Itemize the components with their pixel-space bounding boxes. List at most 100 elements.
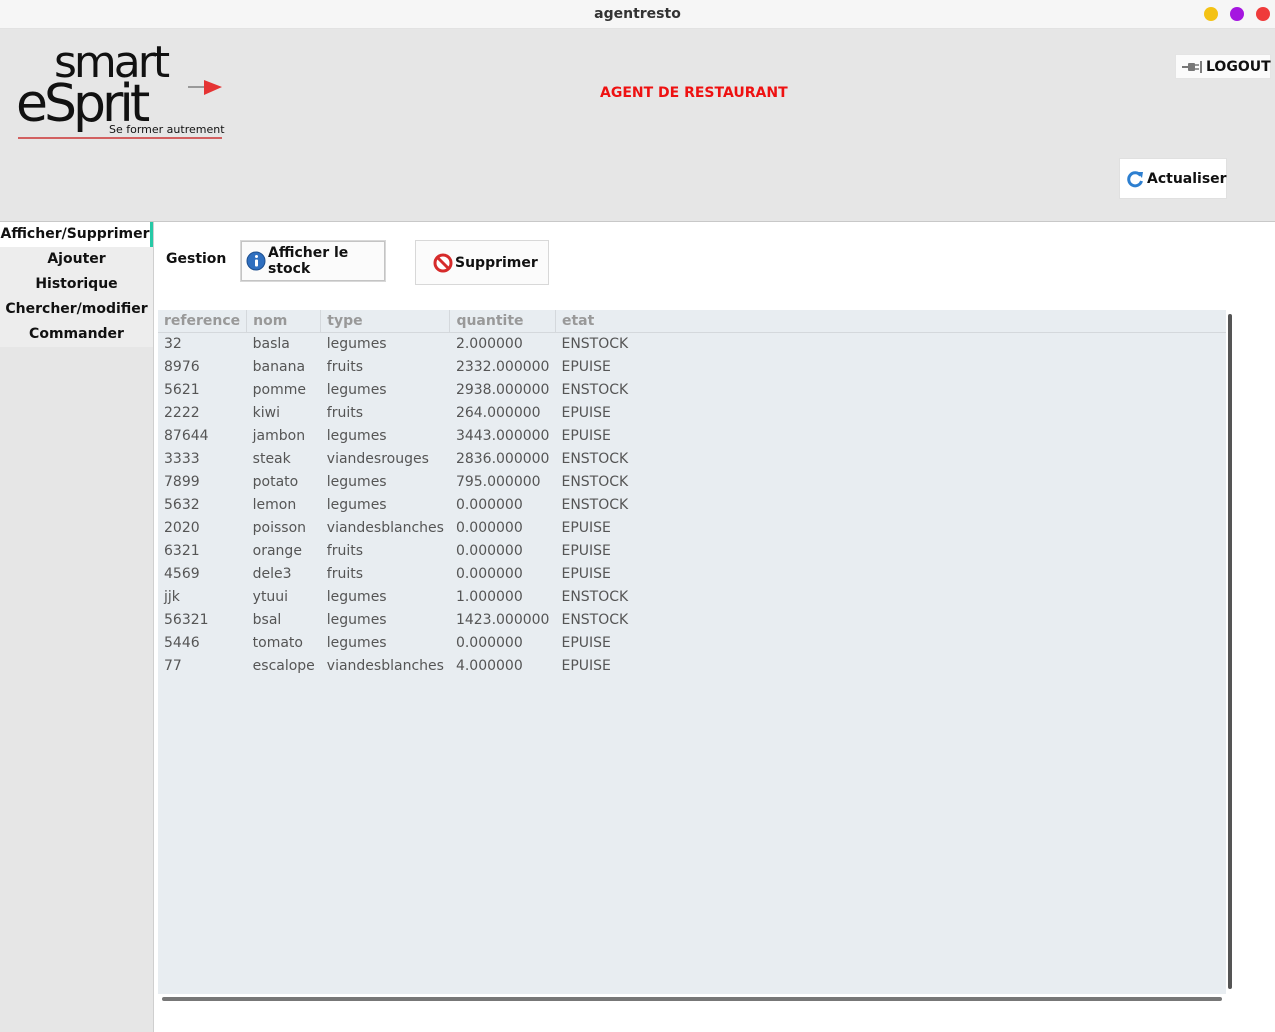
- info-icon: [246, 251, 266, 271]
- cell-etat: EPUISE: [561, 519, 611, 536]
- cell-nom: orange: [252, 542, 302, 559]
- cell-type: fruits: [326, 404, 364, 421]
- table-row[interactable]: jjk ytuui legumes 1.000000 ENSTOCK: [158, 585, 635, 608]
- cell-quantite: 795.000000: [455, 473, 541, 490]
- cell-reference: 8976: [164, 358, 200, 375]
- esprit-logo: smart eSprit Se former autrement: [16, 37, 226, 142]
- cell-nom: banana: [252, 358, 306, 375]
- cell-type: legumes: [326, 427, 387, 444]
- cell-type: legumes: [326, 496, 387, 513]
- stock-table: reference nom type quantite etat 32 basl…: [158, 310, 1226, 994]
- sidebar-item-historique[interactable]: Historique: [0, 272, 153, 297]
- cell-type: legumes: [326, 588, 387, 605]
- table-row[interactable]: 87644 jambon legumes 3443.000000 EPUISE: [158, 424, 635, 447]
- table-row[interactable]: 5621 pomme legumes 2938.000000 ENSTOCK: [158, 378, 635, 401]
- cell-etat: EPUISE: [561, 657, 611, 674]
- column-header-nom[interactable]: nom: [246, 310, 322, 333]
- cell-type: fruits: [326, 358, 364, 375]
- cell-reference: 32: [164, 335, 182, 352]
- table-row[interactable]: 6321 orange fruits 0.000000 EPUISE: [158, 539, 635, 562]
- table-row[interactable]: 8976 banana fruits 2332.000000 EPUISE: [158, 355, 635, 378]
- cell-quantite: 2938.000000: [455, 381, 550, 398]
- sidebar-item-afficher-supprimer[interactable]: Afficher/Supprimer: [0, 222, 153, 247]
- refresh-button[interactable]: Actualiser: [1119, 158, 1227, 199]
- cell-nom: jambon: [252, 427, 306, 444]
- refresh-icon: [1126, 170, 1144, 188]
- cell-reference: 5446: [164, 634, 200, 651]
- cell-type: viandesblanches: [326, 519, 444, 536]
- logout-button[interactable]: LOGOUT: [1175, 54, 1271, 79]
- column-header-quantite[interactable]: quantite: [449, 310, 556, 333]
- cell-quantite: 0.000000: [455, 519, 523, 536]
- table-row[interactable]: 7899 potato legumes 795.000000 ENSTOCK: [158, 470, 635, 493]
- delete-button[interactable]: Supprimer: [415, 240, 549, 285]
- cell-nom: basla: [252, 335, 290, 352]
- cell-reference: 5632: [164, 496, 200, 513]
- cell-type: legumes: [326, 473, 387, 490]
- minimize-button[interactable]: [1204, 7, 1218, 21]
- table-row[interactable]: 77 escalope viandesblanches 4.000000 EPU…: [158, 654, 635, 677]
- cell-nom: lemon: [252, 496, 297, 513]
- table-row[interactable]: 2222 kiwi fruits 264.000000 EPUISE: [158, 401, 635, 424]
- cell-quantite: 3443.000000: [455, 427, 550, 444]
- sidebar-filler: [0, 347, 153, 1032]
- vertical-scrollbar[interactable]: [1228, 314, 1232, 989]
- cell-quantite: 0.000000: [455, 565, 523, 582]
- cell-quantite: 4.000000: [455, 657, 523, 674]
- cell-etat: ENSTOCK: [561, 381, 629, 398]
- sidebar-item-ajouter[interactable]: Ajouter: [0, 247, 153, 272]
- close-button[interactable]: [1256, 7, 1270, 21]
- cell-reference: 6321: [164, 542, 200, 559]
- table-row[interactable]: 4569 dele3 fruits 0.000000 EPUISE: [158, 562, 635, 585]
- table-row[interactable]: 56321 bsal legumes 1423.000000 ENSTOCK: [158, 608, 635, 631]
- horizontal-scrollbar[interactable]: [162, 997, 1222, 1001]
- cell-nom: bsal: [252, 611, 282, 628]
- cell-etat: ENSTOCK: [561, 588, 629, 605]
- app-heading: AGENT DE RESTAURANT: [600, 85, 788, 101]
- cell-type: fruits: [326, 565, 364, 582]
- logo-tagline: Se former autrement: [109, 123, 225, 136]
- column-header-reference[interactable]: reference: [158, 310, 248, 333]
- app-header: smart eSprit Se former autrement AGENT D…: [0, 29, 1275, 222]
- cell-reference: 77: [164, 657, 182, 674]
- show-stock-label: Afficher le stock: [268, 245, 349, 277]
- column-header-type[interactable]: type: [320, 310, 451, 333]
- maximize-button[interactable]: [1230, 7, 1244, 21]
- cell-nom: poisson: [252, 519, 307, 536]
- cell-quantite: 0.000000: [455, 634, 523, 651]
- cell-type: fruits: [326, 542, 364, 559]
- table-row[interactable]: 3333 steak viandesrouges 2836.000000 ENS…: [158, 447, 635, 470]
- refresh-label: Actualiser: [1147, 170, 1227, 187]
- cell-etat: EPUISE: [561, 427, 611, 444]
- cell-quantite: 1.000000: [455, 588, 523, 605]
- column-header-etat[interactable]: etat: [555, 310, 636, 333]
- cell-type: viandesrouges: [326, 450, 429, 467]
- cell-etat: EPUISE: [561, 565, 611, 582]
- cell-nom: ytuui: [252, 588, 289, 605]
- cell-quantite: 1423.000000: [455, 611, 550, 628]
- sidebar-item-chercher-modifier[interactable]: Chercher/modifier: [0, 297, 153, 322]
- cell-type: legumes: [326, 335, 387, 352]
- gestion-label: Gestion: [166, 251, 227, 267]
- table-row[interactable]: 5632 lemon legumes 0.000000 ENSTOCK: [158, 493, 635, 516]
- table-row[interactable]: 2020 poisson viandesblanches 0.000000 EP…: [158, 516, 635, 539]
- cell-nom: potato: [252, 473, 299, 490]
- delete-label: Supprimer: [455, 254, 538, 271]
- cell-etat: ENSTOCK: [561, 335, 629, 352]
- cell-quantite: 0.000000: [455, 496, 523, 513]
- cell-reference: 87644: [164, 427, 209, 444]
- cell-type: legumes: [326, 611, 387, 628]
- cell-type: legumes: [326, 381, 387, 398]
- cell-reference: 56321: [164, 611, 209, 628]
- table-row[interactable]: 32 basla legumes 2.000000 ENSTOCK: [158, 332, 635, 355]
- show-stock-button[interactable]: Afficher le stock: [240, 240, 386, 282]
- table-row[interactable]: 5446 tomato legumes 0.000000 EPUISE: [158, 631, 635, 654]
- cell-quantite: 264.000000: [455, 404, 541, 421]
- main-panel: Gestion Afficher le stock Supprimer refe…: [154, 222, 1275, 1032]
- cell-nom: dele3: [252, 565, 292, 582]
- sidebar: Afficher/Supprimer Ajouter Historique Ch…: [0, 222, 154, 1032]
- cell-type: legumes: [326, 634, 387, 651]
- sidebar-item-commander[interactable]: Commander: [0, 322, 153, 347]
- cell-nom: pomme: [252, 381, 306, 398]
- cell-etat: EPUISE: [561, 358, 611, 375]
